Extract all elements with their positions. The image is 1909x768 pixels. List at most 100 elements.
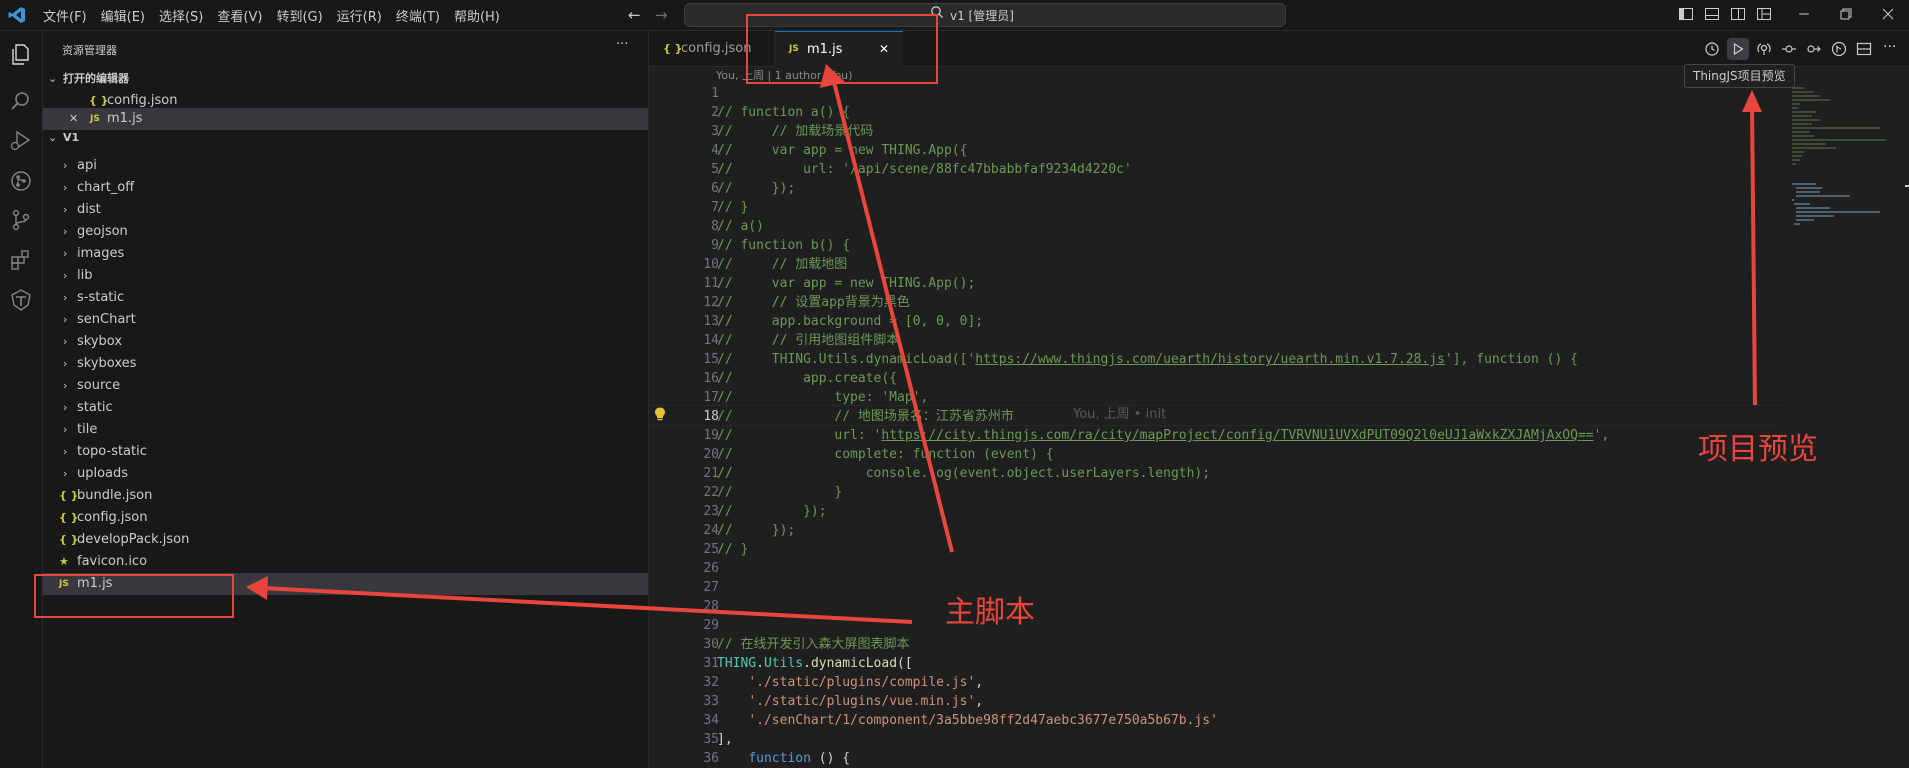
code-line[interactable]: // }); <box>717 521 795 540</box>
toggle-primary-sidebar-icon[interactable] <box>1678 6 1694 22</box>
tree-file[interactable]: { } config.json <box>43 507 648 529</box>
source-control-icon[interactable] <box>8 207 34 233</box>
line-number: 26 <box>703 561 719 576</box>
minimap[interactable] <box>1790 84 1890 244</box>
code-line[interactable]: // app.create({ <box>717 369 897 388</box>
line-number: 3 <box>711 124 719 139</box>
run-debug-icon[interactable] <box>8 127 34 153</box>
back-arrow-icon[interactable]: ← <box>628 6 641 24</box>
close-window-icon[interactable] <box>1880 6 1896 22</box>
scrollbar-cursor-marker[interactable] <box>1905 185 1909 187</box>
code-line[interactable]: THING.Utils.dynamicLoad([ <box>717 654 913 673</box>
code-line[interactable]: function () { <box>717 749 850 768</box>
line-number: 5 <box>711 162 719 177</box>
tree-folder[interactable]: › chart_off <box>43 177 648 199</box>
code-line[interactable]: // // 加载地图 <box>717 255 847 274</box>
code-line[interactable]: // app.background = [0, 0, 0]; <box>717 312 983 331</box>
menu-view[interactable]: 查看(V) <box>210 6 269 25</box>
code-line[interactable]: // 在线开发引入森大屏图表脚本 <box>717 635 909 654</box>
code-line[interactable]: // // 加载场景代码 <box>717 122 873 141</box>
code-line[interactable]: // console.log(event.object.userLayers.l… <box>717 464 1210 483</box>
code-line[interactable]: // } <box>717 483 842 502</box>
git-graph-icon[interactable] <box>8 168 34 194</box>
code-line[interactable]: './senChart/1/component/3a5bbe98ff2d47ae… <box>717 711 1218 730</box>
thingjs-preview-button[interactable] <box>1727 38 1749 60</box>
tree-folder[interactable]: › dist <box>43 199 648 221</box>
tree-folder[interactable]: › tile <box>43 419 648 441</box>
code-line[interactable]: // url: '/api/scene/88fc47bbabbfaf9234d4… <box>717 160 1132 179</box>
open-changes-icon[interactable] <box>1806 41 1822 57</box>
split-editor-icon[interactable] <box>1856 41 1872 57</box>
vscode-logo-icon <box>8 7 25 23</box>
more-actions-icon[interactable]: ··· <box>616 37 628 52</box>
tree-folder[interactable]: › skybox <box>43 331 648 353</box>
code-line[interactable]: // function a() { <box>717 103 850 122</box>
tree-folder[interactable]: › static <box>43 397 648 419</box>
menu-run[interactable]: 运行(R) <box>330 6 389 25</box>
code-line[interactable]: // type: 'Map', <box>717 388 928 407</box>
code-line[interactable]: // } <box>717 540 748 559</box>
tree-file[interactable]: { } developPack.json <box>43 529 648 551</box>
menu-go[interactable]: 转到(G) <box>269 6 329 25</box>
tree-folder[interactable]: › images <box>43 243 648 265</box>
code-line[interactable]: // // 设置app背景为黑色 <box>717 293 910 312</box>
menu-terminal[interactable]: 终端(T) <box>389 6 447 25</box>
code-line[interactable]: './static/plugins/vue.min.js', <box>717 692 983 711</box>
tree-folder[interactable]: › api <box>43 155 648 177</box>
open-editors-header[interactable]: ⌄ 打开的编辑器 <box>43 68 648 90</box>
code-line[interactable]: // // 地图场景名：江苏省苏州市 <box>717 407 1014 426</box>
line-number: 23 <box>703 504 719 519</box>
line-number: 29 <box>703 618 719 633</box>
code-line[interactable]: // var app = new THING.App({ <box>717 141 967 160</box>
more-actions-icon[interactable]: ··· <box>1883 39 1896 55</box>
tree-folder[interactable]: › geojson <box>43 221 648 243</box>
forward-arrow-icon[interactable]: → <box>655 6 668 24</box>
menu-edit[interactable]: 编辑(E) <box>94 6 152 25</box>
menu-file[interactable]: 文件(F) <box>36 6 94 25</box>
tree-folder[interactable]: › skyboxes <box>43 353 648 375</box>
tree-file[interactable]: { } bundle.json <box>43 485 648 507</box>
tree-folder[interactable]: › uploads <box>43 463 648 485</box>
code-line[interactable]: // THING.Utils.dynamicLoad(['https://www… <box>717 350 1578 369</box>
timeline-history-icon[interactable] <box>1704 41 1720 57</box>
code-line[interactable]: // }); <box>717 502 827 521</box>
tree-folder[interactable]: › s-static <box>43 287 648 309</box>
menu-selection[interactable]: 选择(S) <box>152 6 210 25</box>
toggle-secondary-sidebar-icon[interactable] <box>1730 6 1746 22</box>
toggle-panel-icon[interactable] <box>1704 6 1720 22</box>
menu-bar: 文件(F) 编辑(E) 选择(S) 查看(V) 转到(G) 运行(R) 终端(T… <box>36 0 507 30</box>
extensions-icon[interactable] <box>8 247 34 273</box>
restore-icon[interactable] <box>1838 6 1854 22</box>
code-line[interactable]: // var app = new THING.App(); <box>717 274 975 293</box>
tree-folder[interactable]: › source <box>43 375 648 397</box>
line-number: 2 <box>711 105 719 120</box>
line-number: 25 <box>703 542 719 557</box>
code-line[interactable]: // } <box>717 198 748 217</box>
customize-layout-icon[interactable] <box>1756 6 1772 22</box>
code-line[interactable]: // a() <box>717 217 764 236</box>
menu-help[interactable]: 帮助(H) <box>447 6 507 25</box>
git-commit-icon[interactable] <box>1781 41 1797 57</box>
code-line[interactable]: // // 引用地图组件脚本 <box>717 331 899 350</box>
code-line[interactable]: ], <box>717 730 733 749</box>
search-view-icon[interactable] <box>8 88 34 114</box>
json-icon: { } <box>59 511 79 524</box>
code-line[interactable]: // function b() { <box>717 236 850 255</box>
minimize-icon[interactable] <box>1796 6 1812 22</box>
tree-folder[interactable]: › senChart <box>43 309 648 331</box>
folder-header-v1[interactable]: ⌄ V1 <box>43 127 648 149</box>
broadcast-icon[interactable] <box>1756 41 1772 57</box>
code-line[interactable]: // url: 'https://city.thingjs.com/ra/cit… <box>717 426 1609 445</box>
line-number: 12 <box>703 295 719 310</box>
chevron-right-icon: › <box>63 247 68 260</box>
code-line[interactable]: // }); <box>717 179 795 198</box>
code-line[interactable]: './static/plugins/compile.js', <box>717 673 983 692</box>
git-graph-icon[interactable] <box>1831 41 1847 57</box>
explorer-icon[interactable] <box>8 41 34 67</box>
thingjs-extension-icon[interactable] <box>8 287 34 313</box>
tree-folder[interactable]: › lib <box>43 265 648 287</box>
code-line[interactable]: // complete: function (event) { <box>717 445 1054 464</box>
line-number: 24 <box>703 523 719 538</box>
tree-folder[interactable]: › topo-static <box>43 441 648 463</box>
tree-file[interactable]: ★ favicon.ico <box>43 551 648 573</box>
